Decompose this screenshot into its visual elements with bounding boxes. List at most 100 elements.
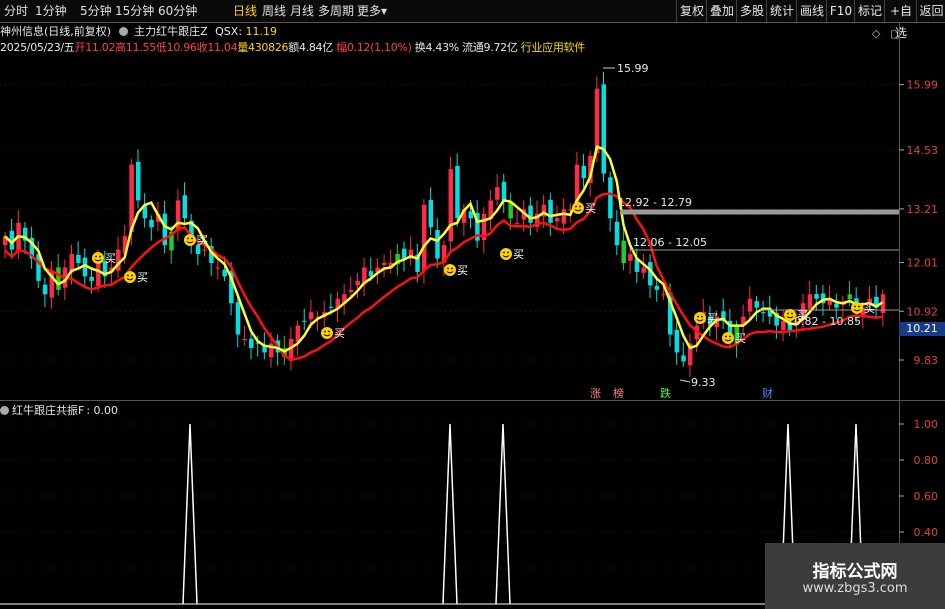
candle-body: [215, 267, 221, 269]
buy-signal-label: 买: [105, 252, 116, 265]
smiley-eye: [503, 251, 505, 254]
indicator-axis-label: 0.40: [914, 526, 939, 539]
price-axis-label: 14.53: [907, 144, 939, 157]
watermark-url: www.zbgs3.com: [802, 581, 908, 596]
buy-smiley-icon: [694, 312, 706, 324]
event-tag-label: 榜: [613, 386, 624, 400]
candle-body: [149, 219, 154, 228]
smiley-eye: [579, 205, 581, 208]
smiley-eye: [791, 312, 793, 315]
candle-body: [202, 249, 207, 251]
candle-body: [847, 294, 853, 300]
candle-body: [814, 293, 819, 299]
candle-body: [42, 284, 48, 295]
buy-smiley-icon: [500, 248, 512, 260]
low-marker-line: [679, 379, 691, 383]
candle-body: [661, 294, 666, 296]
range-label-2: 12.06 - 12.05: [633, 236, 707, 249]
buy-signal-label: 买: [707, 312, 718, 325]
buy-smiley-icon: [784, 309, 796, 321]
indicator-pane-title: 红牛跟庄共振F: 0.00: [0, 404, 118, 418]
price-axis-label: 13.21: [907, 203, 939, 216]
buy-smiley-icon: [92, 252, 104, 264]
buy-signal-label: 买: [334, 327, 345, 340]
buy-signal-label: 买: [864, 302, 875, 315]
candle-body: [56, 267, 61, 290]
smiley-eye: [507, 251, 509, 254]
smiley-eye: [127, 274, 129, 277]
buy-smiley-icon: [722, 332, 734, 344]
candle-body: [781, 321, 786, 331]
annotation-group: 15.999.3312.92 - 12.7912.06 - 12.0510.82…: [92, 62, 899, 400]
buy-signal-label: 买: [797, 309, 808, 322]
candle-body: [508, 202, 513, 219]
kline-chart[interactable]: 15.999.3312.92 - 12.7912.06 - 12.0510.82…: [0, 0, 945, 609]
candle-body: [382, 263, 387, 265]
watermark-title: 指标公式网: [812, 562, 898, 582]
candle-body: [621, 240, 626, 264]
candle-body: [235, 302, 241, 335]
candle-body: [581, 165, 587, 179]
smiley-eye: [187, 237, 189, 240]
candle-body: [561, 209, 567, 224]
smiley-eye: [858, 305, 860, 308]
candle-body: [601, 84, 606, 174]
smiley-eye: [451, 267, 453, 270]
smiley-eye: [787, 312, 789, 315]
candle-body: [594, 88, 600, 154]
candle-body: [348, 289, 354, 293]
candle-body: [455, 165, 460, 219]
signal-spike: [442, 423, 458, 605]
smiley-eye: [854, 305, 856, 308]
candles-group: [3, 71, 886, 377]
price-axis-label: 10.92: [907, 305, 939, 318]
candle-body: [674, 329, 680, 353]
indicator-axis-label: 1.00: [914, 418, 939, 431]
candle-body: [421, 204, 427, 271]
candle-body: [515, 222, 520, 224]
candle-body: [747, 298, 753, 312]
candle-body: [448, 169, 454, 242]
candle-body: [654, 285, 660, 290]
indicator-pane-value: : 0.00: [86, 404, 119, 417]
candle-body: [435, 230, 440, 259]
indicator-axis-label: 0.60: [914, 490, 939, 503]
candle-body: [89, 276, 94, 281]
price-axis-label: 9.83: [914, 354, 939, 367]
candle-body: [175, 200, 181, 231]
smiley-eye: [324, 330, 326, 333]
price-axis-label: 12.01: [907, 257, 939, 270]
candle-body: [834, 303, 839, 308]
candle-body: [501, 181, 507, 201]
candle-body: [182, 195, 188, 219]
buy-smiley-icon: [321, 327, 333, 339]
buy-smiley-icon: [124, 271, 136, 283]
candle-body: [528, 205, 533, 223]
signal-spike: [495, 423, 511, 605]
buy-smiley-icon: [444, 264, 456, 276]
buy-smiley-icon: [184, 234, 196, 246]
candle-body: [302, 320, 307, 322]
indicator-pane-name[interactable]: 红牛跟庄共振F: [12, 404, 84, 417]
buy-smiley-icon: [572, 202, 584, 214]
candle-body: [548, 199, 553, 223]
buy-signal-label: 买: [197, 234, 208, 247]
candle-body: [242, 338, 247, 340]
candle-body: [495, 187, 500, 200]
low-price-label: 9.33: [691, 376, 716, 389]
candle-body: [468, 211, 473, 219]
smiley-eye: [697, 315, 699, 318]
indicator-axis-label: 0.80: [914, 454, 939, 467]
candle-body: [76, 254, 81, 264]
buy-signal-label: 买: [735, 332, 746, 345]
smiley-eye: [99, 255, 101, 258]
price-axis-label: 15.99: [907, 79, 939, 92]
candle-body: [428, 199, 434, 228]
buy-signal-label: 买: [513, 248, 524, 261]
candle-body: [681, 355, 686, 362]
settings-circle-icon[interactable]: [0, 406, 9, 415]
smiley-eye: [95, 255, 97, 258]
candle-body: [96, 263, 101, 287]
candle-body: [402, 248, 407, 259]
candle-body: [761, 312, 766, 314]
